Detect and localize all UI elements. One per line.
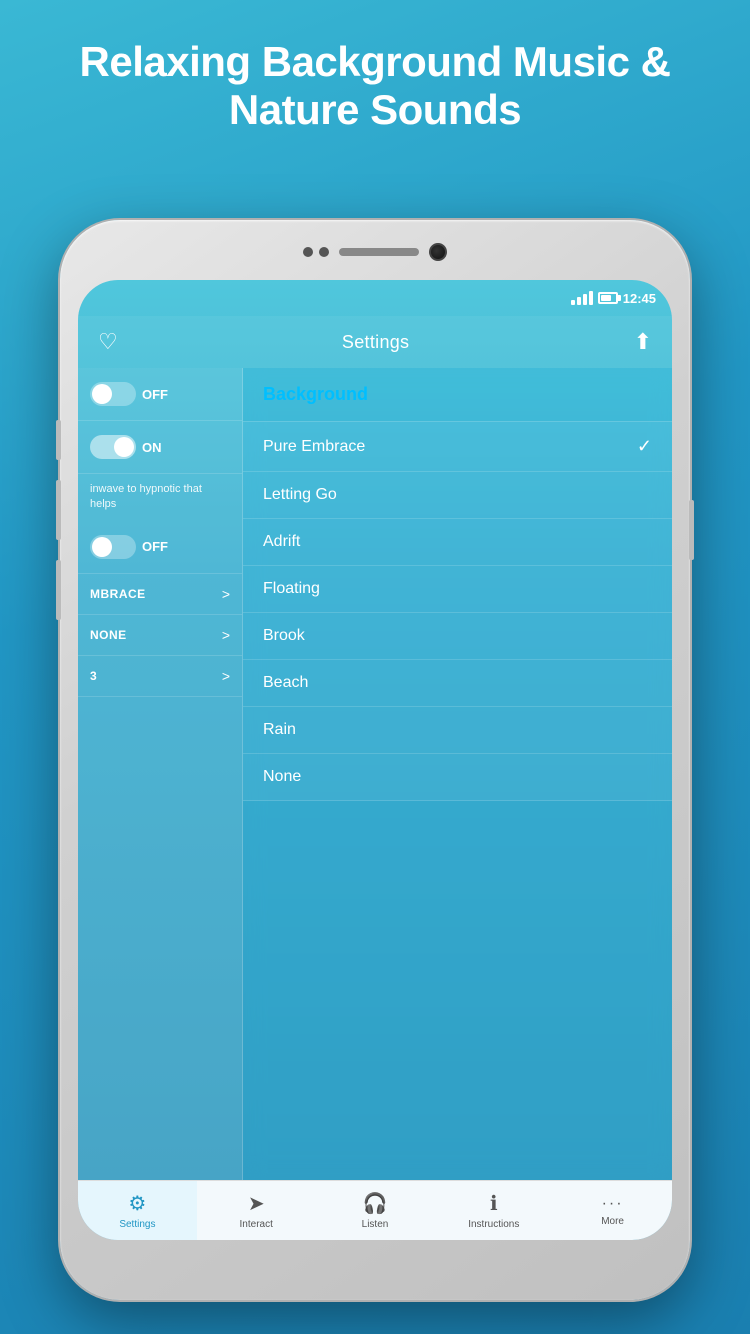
toggle-row-2[interactable]: ON (78, 421, 242, 474)
dropdown-item-text-3: Floating (263, 580, 320, 598)
dropdown-item-6[interactable]: Rain (243, 707, 672, 754)
dropdown-item-text-7: None (263, 768, 301, 786)
signal-bar-4 (589, 291, 593, 305)
phone-screen: 12:45 ♡ Settings ⬆ OFF (78, 280, 672, 1240)
dropdown-item-7[interactable]: None (243, 754, 672, 801)
tab-instructions[interactable]: ℹ Instructions (434, 1181, 553, 1240)
camera-dots (303, 247, 329, 257)
dropdown-item-0[interactable]: Pure Embrace ✓ (243, 422, 672, 472)
signal-bar-3 (583, 294, 587, 305)
app-title: Settings (342, 332, 409, 353)
dropdown-panel: Background Pure Embrace ✓ Letting Go Adr… (243, 368, 672, 1180)
chevron-icon-2: > (222, 627, 230, 643)
dropdown-item-5[interactable]: Beach (243, 660, 672, 707)
listen-tab-icon: 🎧 (363, 1191, 388, 1216)
settings-panel: OFF ON inwave to hypnotic that helps (78, 368, 243, 1180)
speaker-grille (339, 248, 419, 256)
volume-up-button (56, 480, 61, 540)
heart-icon[interactable]: ♡ (98, 329, 118, 355)
volume-down-button (56, 560, 61, 620)
nav-row-mbrace[interactable]: MBRACE > (78, 574, 242, 615)
dropdown-item-4[interactable]: Brook (243, 613, 672, 660)
toggle-label-2: ON (142, 440, 162, 455)
more-tab-label: More (601, 1216, 624, 1227)
listen-tab-label: Listen (362, 1219, 389, 1230)
tab-settings[interactable]: ⚙ Settings (78, 1181, 197, 1240)
settings-tab-label: Settings (119, 1219, 155, 1230)
dropdown-item-text-4: Brook (263, 627, 305, 645)
toggle-label-1: OFF (142, 387, 168, 402)
toggle-row-1[interactable]: OFF (78, 368, 242, 421)
toggle-3[interactable]: OFF (90, 535, 168, 559)
mute-button (56, 420, 61, 460)
toggle-track-1[interactable] (90, 382, 136, 406)
dropdown-item-3[interactable]: Floating (243, 566, 672, 613)
dropdown-header: Background (243, 368, 672, 422)
dropdown-item-2[interactable]: Adrift (243, 519, 672, 566)
status-time: 12:45 (623, 291, 656, 306)
app-top-bar: ♡ Settings ⬆ (78, 316, 672, 368)
tab-bar: ⚙ Settings ➤ Interact 🎧 Listen ℹ Instruc… (78, 1180, 672, 1240)
dropdown-item-text-2: Adrift (263, 533, 300, 551)
status-right: 12:45 (571, 291, 656, 306)
dropdown-item-text-0: Pure Embrace (263, 438, 365, 456)
dropdown-item-1[interactable]: Letting Go (243, 472, 672, 519)
toggle-1[interactable]: OFF (90, 382, 168, 406)
phone-camera-area (275, 238, 475, 266)
toggle-label-3: OFF (142, 539, 168, 554)
toggle-thumb-1 (92, 384, 112, 404)
share-icon[interactable]: ⬆ (634, 329, 652, 355)
phone-device: 12:45 ♡ Settings ⬆ OFF (60, 220, 690, 1300)
nav-row-none[interactable]: NONE > (78, 615, 242, 656)
chevron-icon-1: > (222, 586, 230, 602)
dropdown-header-text: Background (263, 384, 368, 404)
interact-tab-icon: ➤ (248, 1191, 265, 1216)
nav-row-3[interactable]: 3 > (78, 656, 242, 697)
dropdown-item-text-5: Beach (263, 674, 308, 692)
camera-dot-1 (303, 247, 313, 257)
battery-icon (598, 292, 618, 304)
toggle-track-2[interactable] (90, 435, 136, 459)
toggle-thumb-3 (92, 537, 112, 557)
tab-listen[interactable]: 🎧 Listen (316, 1181, 435, 1240)
more-tab-icon: ··· (602, 1195, 624, 1213)
app-header-text: Relaxing Background Music & Nature Sound… (0, 0, 750, 155)
toggle-thumb-2 (114, 437, 134, 457)
camera-lens (429, 243, 447, 261)
battery-fill (601, 295, 611, 301)
tab-interact[interactable]: ➤ Interact (197, 1181, 316, 1240)
dropdown-item-text-1: Letting Go (263, 486, 337, 504)
signal-bar-1 (571, 300, 575, 305)
nav-label-3: 3 (90, 669, 97, 683)
toggle-2[interactable]: ON (90, 435, 162, 459)
description-text: inwave to hypnotic that helps (78, 474, 242, 521)
tab-more[interactable]: ··· More (553, 1181, 672, 1240)
camera-dot-2 (319, 247, 329, 257)
checkmark-icon-0: ✓ (637, 436, 652, 457)
dropdown-item-text-6: Rain (263, 721, 296, 739)
signal-bar-2 (577, 297, 581, 305)
instructions-tab-icon: ℹ (490, 1191, 498, 1216)
toggle-row-3[interactable]: OFF (78, 521, 242, 574)
nav-label-none: NONE (90, 628, 127, 642)
chevron-icon-3: > (222, 668, 230, 684)
toggle-track-3[interactable] (90, 535, 136, 559)
power-button (689, 500, 694, 560)
signal-icon (571, 291, 593, 305)
app-content: OFF ON inwave to hypnotic that helps (78, 368, 672, 1180)
interact-tab-label: Interact (240, 1219, 273, 1230)
nav-label-mbrace: MBRACE (90, 587, 146, 601)
instructions-tab-label: Instructions (468, 1219, 519, 1230)
settings-tab-icon: ⚙ (128, 1191, 146, 1216)
status-bar: 12:45 (78, 280, 672, 316)
